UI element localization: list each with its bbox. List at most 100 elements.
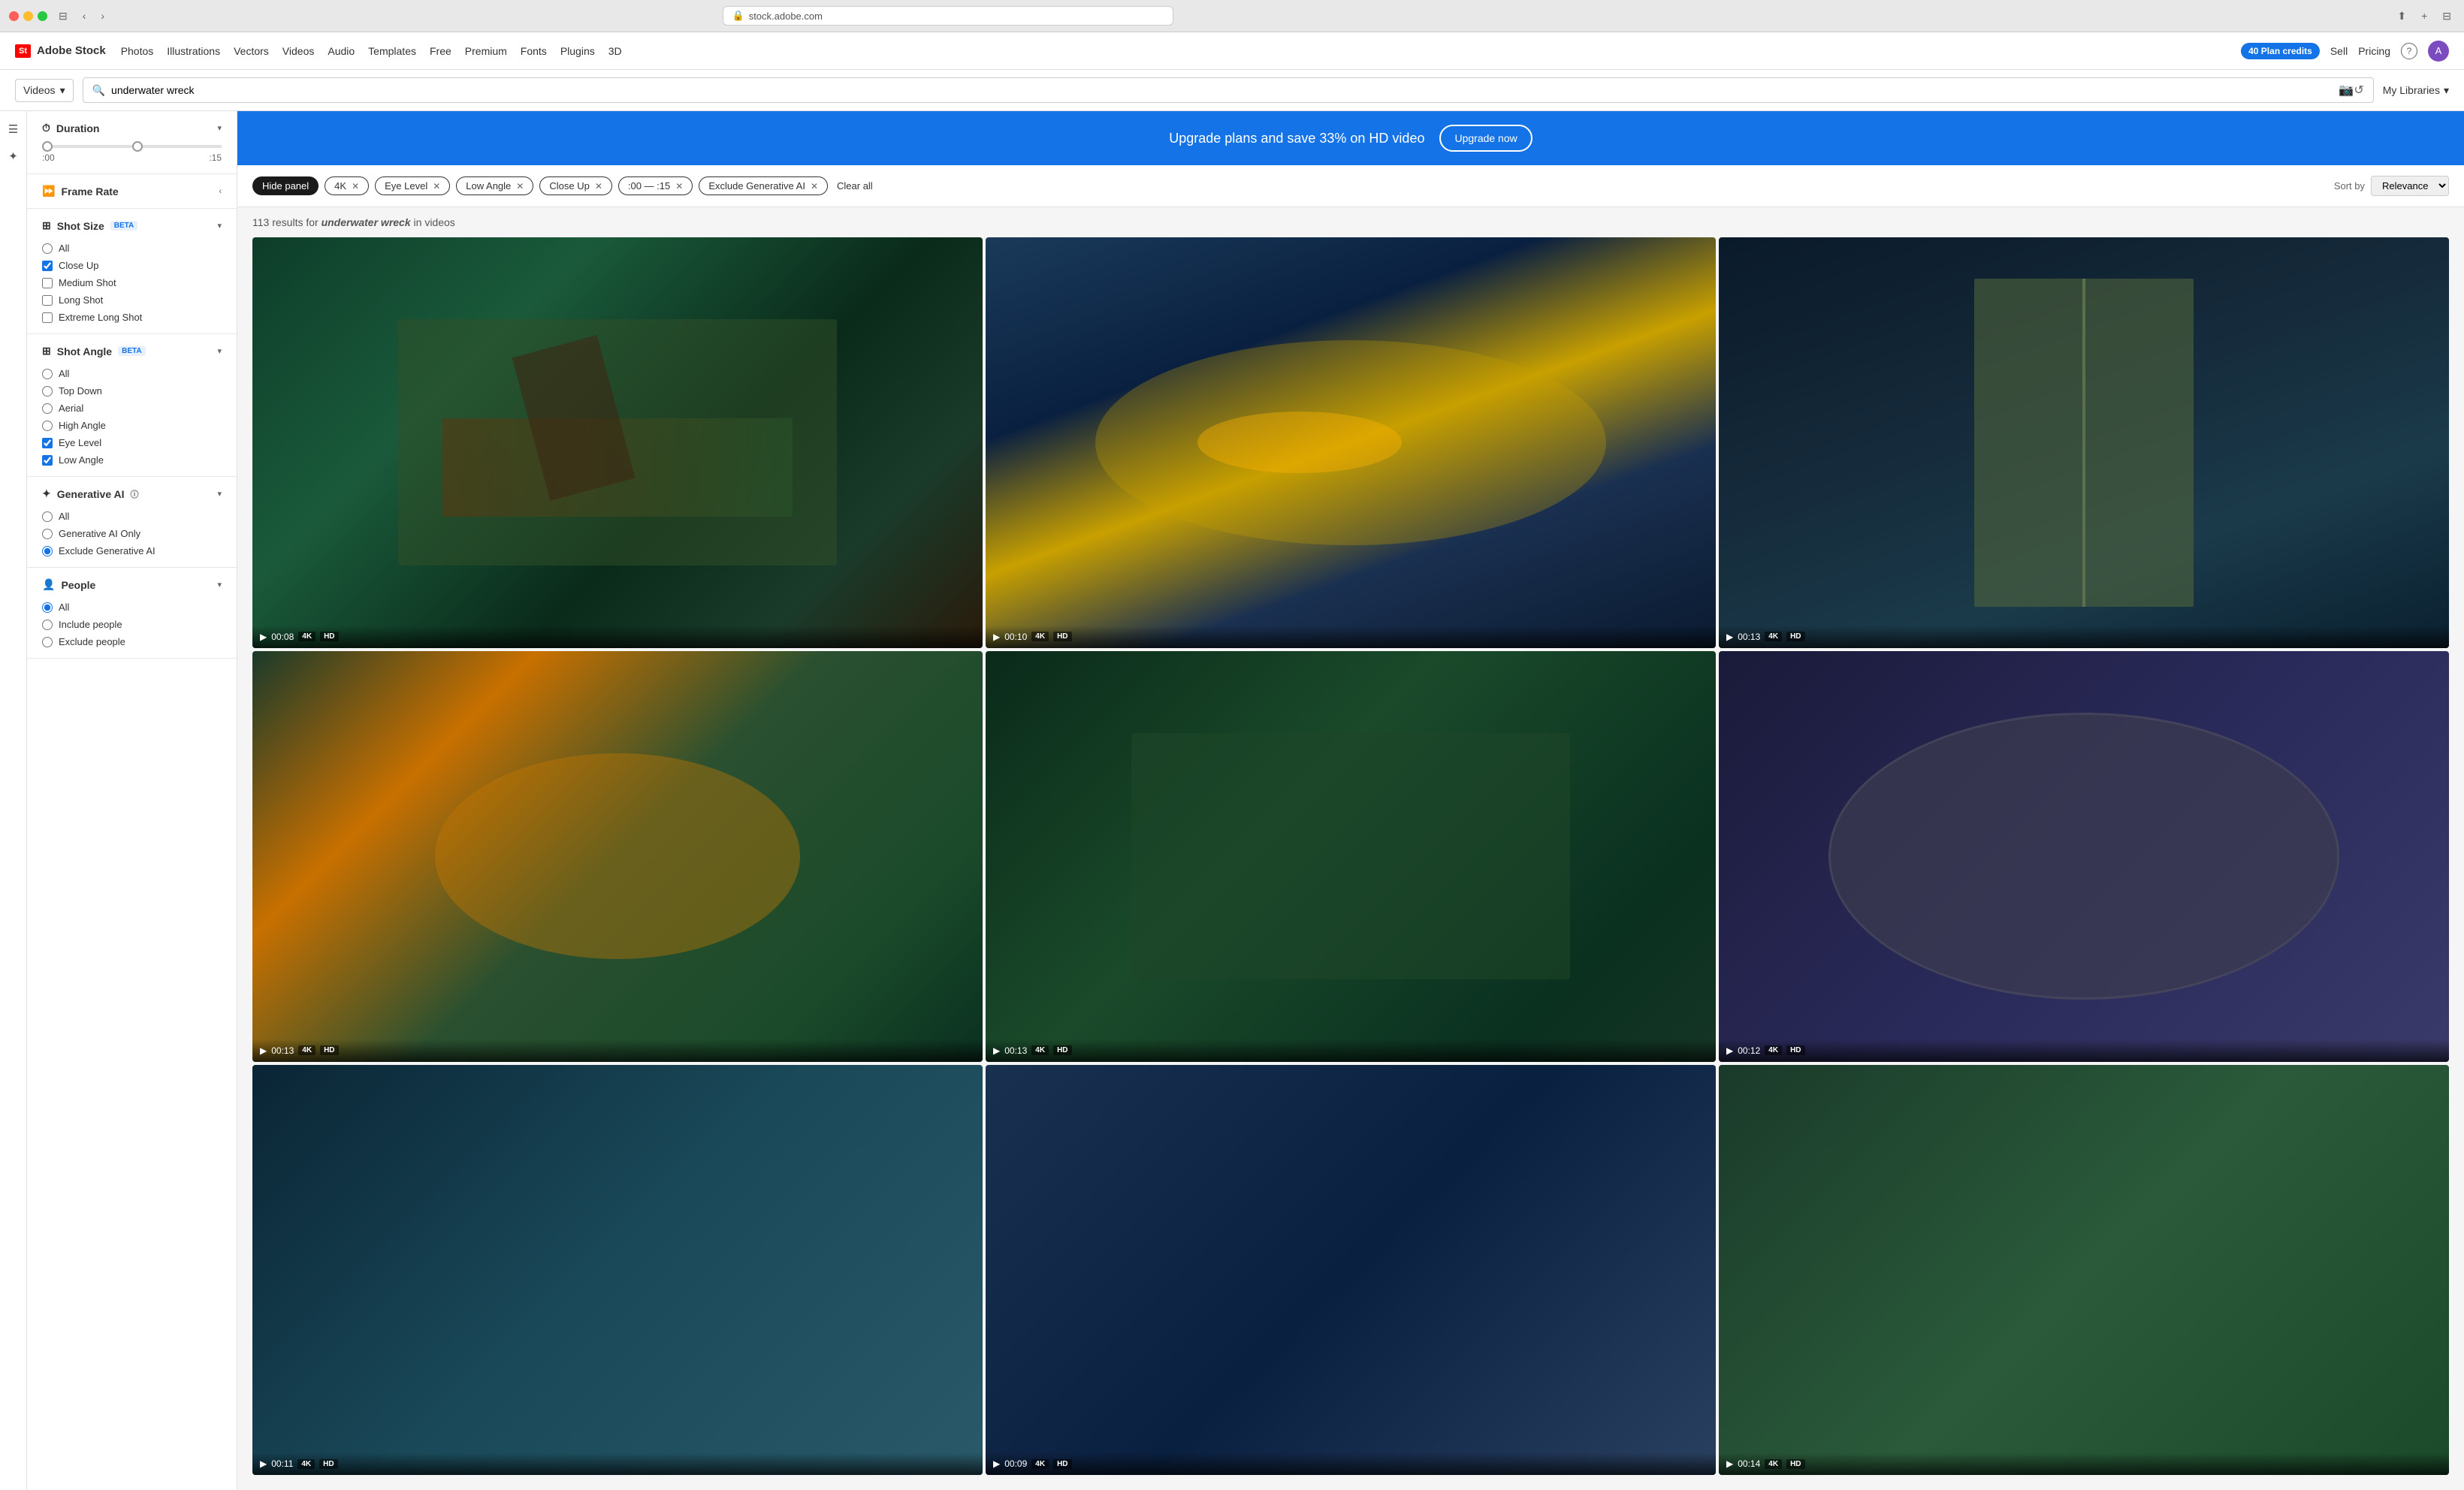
chip-close-duration[interactable]: ✕ bbox=[675, 181, 683, 192]
sort-select[interactable]: Relevance Newest Popular bbox=[2371, 176, 2449, 196]
filter-chip-close-up[interactable]: Close Up ✕ bbox=[539, 176, 612, 195]
shot-angle-eye-level-checkbox[interactable] bbox=[42, 438, 53, 448]
sidebar-toggle-button[interactable]: ⊟ bbox=[55, 8, 71, 24]
generative-ai-info-icon[interactable]: ⓘ bbox=[130, 488, 138, 500]
shot-size-filter-header[interactable]: ⊞ Shot Size BETA ▾ bbox=[42, 219, 222, 232]
shot-size-long-shot[interactable]: Long Shot bbox=[42, 294, 222, 306]
video-thumb-6[interactable]: ▶ 00:12 4K HD bbox=[1719, 651, 2449, 1062]
visual-search-button[interactable]: 📷 bbox=[2339, 83, 2354, 98]
filter-panel-toggle[interactable]: ☰ bbox=[2, 117, 26, 141]
nav-free[interactable]: Free bbox=[430, 45, 451, 57]
shot-size-close-up-checkbox[interactable] bbox=[42, 261, 53, 271]
close-button[interactable] bbox=[9, 11, 19, 21]
address-bar[interactable]: 🔒 stock.adobe.com bbox=[723, 6, 1173, 26]
maximize-button[interactable] bbox=[38, 11, 47, 21]
shot-size-medium-shot[interactable]: Medium Shot bbox=[42, 277, 222, 288]
video-thumb-1[interactable]: ▶ 00:08 4K HD bbox=[252, 237, 983, 648]
video-thumb-5[interactable]: ▶ 00:13 4K HD bbox=[986, 651, 1716, 1062]
nav-vectors[interactable]: Vectors bbox=[234, 45, 269, 57]
people-include[interactable]: Include people bbox=[42, 619, 222, 630]
search-type-select[interactable]: Videos ▾ bbox=[15, 79, 74, 102]
shot-angle-high-angle[interactable]: High Angle bbox=[42, 420, 222, 431]
shot-angle-eye-level[interactable]: Eye Level bbox=[42, 437, 222, 448]
video-thumb-2[interactable]: ▶ 00:10 4K HD bbox=[986, 237, 1716, 648]
minimize-button[interactable] bbox=[23, 11, 33, 21]
shot-size-long-shot-checkbox[interactable] bbox=[42, 295, 53, 306]
duration-filter-header[interactable]: ⏱ Duration ▾ bbox=[42, 122, 222, 134]
nav-3d[interactable]: 3D bbox=[608, 45, 622, 57]
generative-ai-filter-header[interactable]: ✦ Generative AI ⓘ ▾ bbox=[42, 487, 222, 500]
shot-angle-low-angle-checkbox[interactable] bbox=[42, 455, 53, 466]
video-thumb-8[interactable]: ▶ 00:09 4K HD bbox=[986, 1065, 1716, 1476]
refresh-button[interactable]: ↺ bbox=[2354, 83, 2363, 98]
nav-videos[interactable]: Videos bbox=[282, 45, 315, 57]
nav-audio[interactable]: Audio bbox=[328, 45, 355, 57]
tabs-button[interactable]: ⊟ bbox=[2438, 8, 2455, 24]
video-thumb-9[interactable]: ▶ 00:14 4K HD bbox=[1719, 1065, 2449, 1476]
gen-ai-all-radio[interactable] bbox=[42, 511, 53, 522]
chip-close-close-up[interactable]: ✕ bbox=[595, 181, 602, 192]
chip-close-eye-level[interactable]: ✕ bbox=[433, 181, 440, 192]
shot-angle-high-angle-radio[interactable] bbox=[42, 421, 53, 431]
forward-button[interactable]: › bbox=[97, 8, 108, 23]
nav-plugins[interactable]: Plugins bbox=[560, 45, 595, 57]
filter-chip-duration[interactable]: :00 — :15 ✕ bbox=[618, 176, 693, 195]
people-filter-header[interactable]: 👤 People ▾ bbox=[42, 578, 222, 591]
shot-angle-aerial[interactable]: Aerial bbox=[42, 403, 222, 414]
gen-ai-all[interactable]: All bbox=[42, 511, 222, 522]
help-icon[interactable]: ? bbox=[2401, 43, 2417, 59]
video-thumb-3[interactable]: ▶ 00:13 4K HD bbox=[1719, 237, 2449, 648]
people-all[interactable]: All bbox=[42, 602, 222, 613]
shot-size-all-radio[interactable] bbox=[42, 243, 53, 254]
people-exclude[interactable]: Exclude people bbox=[42, 636, 222, 647]
new-tab-button[interactable]: + bbox=[2417, 8, 2431, 23]
shot-size-close-up[interactable]: Close Up bbox=[42, 260, 222, 271]
pricing-link[interactable]: Pricing bbox=[2358, 45, 2390, 57]
filter-chip-eye-level[interactable]: Eye Level ✕ bbox=[375, 176, 450, 195]
upgrade-now-button[interactable]: Upgrade now bbox=[1439, 125, 1532, 152]
video-thumb-4[interactable]: ▶ 00:13 4K HD bbox=[252, 651, 983, 1062]
shot-size-extreme-long-shot[interactable]: Extreme Long Shot bbox=[42, 312, 222, 323]
adobe-stock-logo[interactable]: St Adobe Stock bbox=[15, 44, 106, 58]
shot-size-medium-shot-checkbox[interactable] bbox=[42, 278, 53, 288]
back-button[interactable]: ‹ bbox=[79, 8, 90, 23]
shot-size-extreme-long-shot-checkbox[interactable] bbox=[42, 312, 53, 323]
slider-thumb-left[interactable] bbox=[42, 141, 53, 152]
shot-angle-all[interactable]: All bbox=[42, 368, 222, 379]
chip-close-4k[interactable]: ✕ bbox=[352, 181, 359, 192]
my-libraries-button[interactable]: My Libraries ▾ bbox=[2383, 84, 2449, 97]
shot-size-all[interactable]: All bbox=[42, 243, 222, 254]
chip-close-exclude-gen-ai[interactable]: ✕ bbox=[811, 181, 818, 192]
nav-photos[interactable]: Photos bbox=[121, 45, 154, 57]
gen-ai-exclude-radio[interactable] bbox=[42, 546, 53, 556]
sell-link[interactable]: Sell bbox=[2330, 45, 2348, 57]
frame-rate-filter-header[interactable]: ⏩ Frame Rate ‹ bbox=[42, 185, 222, 198]
chip-close-low-angle[interactable]: ✕ bbox=[516, 181, 524, 192]
ai-panel-toggle[interactable]: ✦ bbox=[2, 144, 26, 168]
nav-templates[interactable]: Templates bbox=[368, 45, 416, 57]
people-include-radio[interactable] bbox=[42, 620, 53, 630]
people-all-radio[interactable] bbox=[42, 602, 53, 613]
nav-illustrations[interactable]: Illustrations bbox=[167, 45, 220, 57]
video-thumb-7[interactable]: ▶ 00:11 4K HD bbox=[252, 1065, 983, 1476]
gen-ai-only[interactable]: Generative AI Only bbox=[42, 528, 222, 539]
filter-chip-exclude-gen-ai[interactable]: Exclude Generative AI ✕ bbox=[699, 176, 828, 195]
filter-chip-low-angle[interactable]: Low Angle ✕ bbox=[456, 176, 533, 195]
nav-premium[interactable]: Premium bbox=[465, 45, 507, 57]
plan-credits-badge[interactable]: 40 Plan credits bbox=[2241, 43, 2320, 59]
avatar[interactable]: A bbox=[2428, 41, 2449, 62]
slider-thumb-right[interactable] bbox=[132, 141, 143, 152]
duration-slider[interactable] bbox=[42, 145, 222, 148]
shot-angle-top-down[interactable]: Top Down bbox=[42, 385, 222, 397]
nav-fonts[interactable]: Fonts bbox=[521, 45, 547, 57]
shot-angle-low-angle[interactable]: Low Angle bbox=[42, 454, 222, 466]
gen-ai-exclude[interactable]: Exclude Generative AI bbox=[42, 545, 222, 556]
search-input[interactable] bbox=[111, 84, 2339, 96]
gen-ai-only-radio[interactable] bbox=[42, 529, 53, 539]
filter-chip-4k[interactable]: 4K ✕ bbox=[325, 176, 369, 195]
shot-angle-all-radio[interactable] bbox=[42, 369, 53, 379]
shot-angle-top-down-radio[interactable] bbox=[42, 386, 53, 397]
hide-panel-chip[interactable]: Hide panel bbox=[252, 176, 319, 195]
shot-angle-filter-header[interactable]: ⊞ Shot Angle BETA ▾ bbox=[42, 345, 222, 357]
clear-all-button[interactable]: Clear all bbox=[837, 180, 873, 192]
